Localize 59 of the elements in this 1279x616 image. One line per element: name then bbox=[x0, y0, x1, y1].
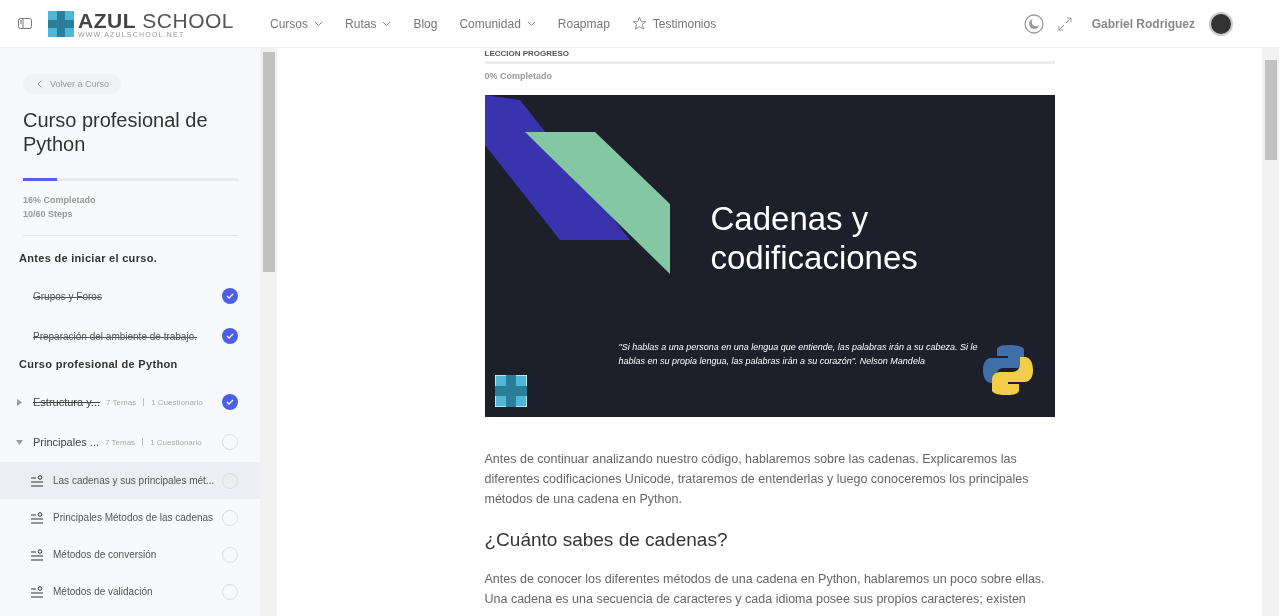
text-lines-icon bbox=[31, 511, 43, 524]
slide-quote: "Si hablas a una persona en una lengua que entiende, las palabras irán a su cabeza. Si le hablas en su propia lengua, las palabras irán a su corazón". Nelson Mandela bbox=[618, 341, 979, 368]
lesson-row[interactable]: Principales Métodos de las cadenas bbox=[0, 499, 260, 536]
logo-text[interactable]: AZUL SCHOOL bbox=[78, 9, 235, 31]
lesson-row[interactable]: Métodos de conversión bbox=[0, 536, 260, 573]
topic-meta: 1 Cuestionario bbox=[151, 397, 203, 407]
lesson-row[interactable]: Las cadenas y sus principales mét... bbox=[0, 462, 260, 499]
expand-caret-icon[interactable] bbox=[16, 398, 23, 406]
chevron-icon bbox=[314, 20, 324, 27]
nav-link[interactable]: Blog bbox=[413, 16, 438, 31]
lesson-link[interactable]: Principales Métodos de las cadenas bbox=[53, 512, 214, 523]
slide-title: Cadenas y codificaciones bbox=[710, 199, 919, 277]
check-icon bbox=[226, 333, 234, 339]
lesson-link[interactable]: Las cadenas y sus principales mét... bbox=[53, 475, 215, 486]
user-avatar[interactable] bbox=[1209, 11, 1233, 36]
topic-meta: 7 Temas bbox=[105, 437, 136, 447]
expand-caret-icon[interactable] bbox=[16, 438, 23, 446]
section-title: Antes de iniciar el curso. bbox=[19, 251, 158, 266]
user-name[interactable]: Gabriel Rodriguez bbox=[1091, 16, 1195, 31]
lesson-link[interactable]: Métodos de validación bbox=[53, 586, 153, 597]
progress-steps: 10/60 Steps bbox=[23, 207, 260, 221]
intro-paragraph: Antes de continuar analizando nuestro código, hablaremos sobre las cadenas. Explicaremos las diferentes codificaciones Unicode, trataremos de entenderlas y luego conoceremos los principales métodos de una cadena en Python. bbox=[484, 451, 1030, 508]
section-title: Curso profesional de Python bbox=[19, 357, 179, 372]
scrollbar-thumb[interactable] bbox=[1264, 60, 1277, 160]
lesson-progress-label: LECCION PROGRESO bbox=[484, 49, 570, 59]
sidebar-toggle-icon[interactable] bbox=[18, 18, 32, 29]
star-icon bbox=[631, 16, 647, 31]
check-icon bbox=[226, 293, 234, 299]
text-lines-icon bbox=[31, 585, 43, 598]
topic-link[interactable]: Estructura y... bbox=[33, 396, 101, 408]
section-heading: ¿Cuánto sabes de cadenas? bbox=[484, 529, 729, 551]
lesson-link[interactable]: Métodos de conversión bbox=[53, 549, 157, 560]
logo-icon[interactable] bbox=[48, 10, 74, 37]
chevron-icon bbox=[36, 79, 43, 89]
lesson-progress-percent: 0% Completado bbox=[484, 71, 553, 81]
text-lines-icon bbox=[31, 548, 43, 561]
scrollbar-thumb[interactable] bbox=[262, 52, 275, 272]
nav-link[interactable]: Cursos bbox=[270, 16, 324, 31]
dark-mode-icon[interactable] bbox=[1023, 13, 1044, 34]
fullscreen-icon[interactable] bbox=[1057, 16, 1072, 31]
text-lines-icon bbox=[31, 474, 43, 487]
nav-link[interactable]: Comunidad bbox=[459, 16, 536, 31]
topic-meta: 7 Temas bbox=[106, 397, 137, 407]
lesson-link[interactable]: Preparación del ambiente de trabajo. bbox=[33, 330, 197, 342]
body-paragraph: Antes de conocer los diferentes métodos de una cadena en Python, hablaremos un poco sobre ellas. Una cadena es una secuencia de caracteres y cada idioma posee sus propios caracteres; existen bbox=[484, 571, 1046, 608]
nav-link[interactable]: Testimonios bbox=[631, 16, 717, 31]
check-icon bbox=[226, 399, 234, 405]
nav-link[interactable]: Roapmap bbox=[557, 16, 610, 31]
nav-link[interactable]: Rutas bbox=[345, 16, 392, 31]
python-logo-icon bbox=[980, 343, 1035, 397]
lesson-row[interactable]: Métodos de validación bbox=[0, 573, 260, 610]
logo-icon bbox=[494, 375, 527, 407]
course-title: Curso profesional de Python bbox=[23, 108, 209, 156]
chevron-icon bbox=[526, 20, 536, 27]
lesson-link[interactable]: Grupos y Foros bbox=[33, 290, 102, 302]
topic-meta: 1 Cuestionario bbox=[150, 437, 202, 447]
progress-percent: 16% Completado bbox=[23, 194, 97, 207]
topic-link[interactable]: Principales ... bbox=[33, 436, 100, 448]
chevron-icon bbox=[382, 20, 392, 27]
